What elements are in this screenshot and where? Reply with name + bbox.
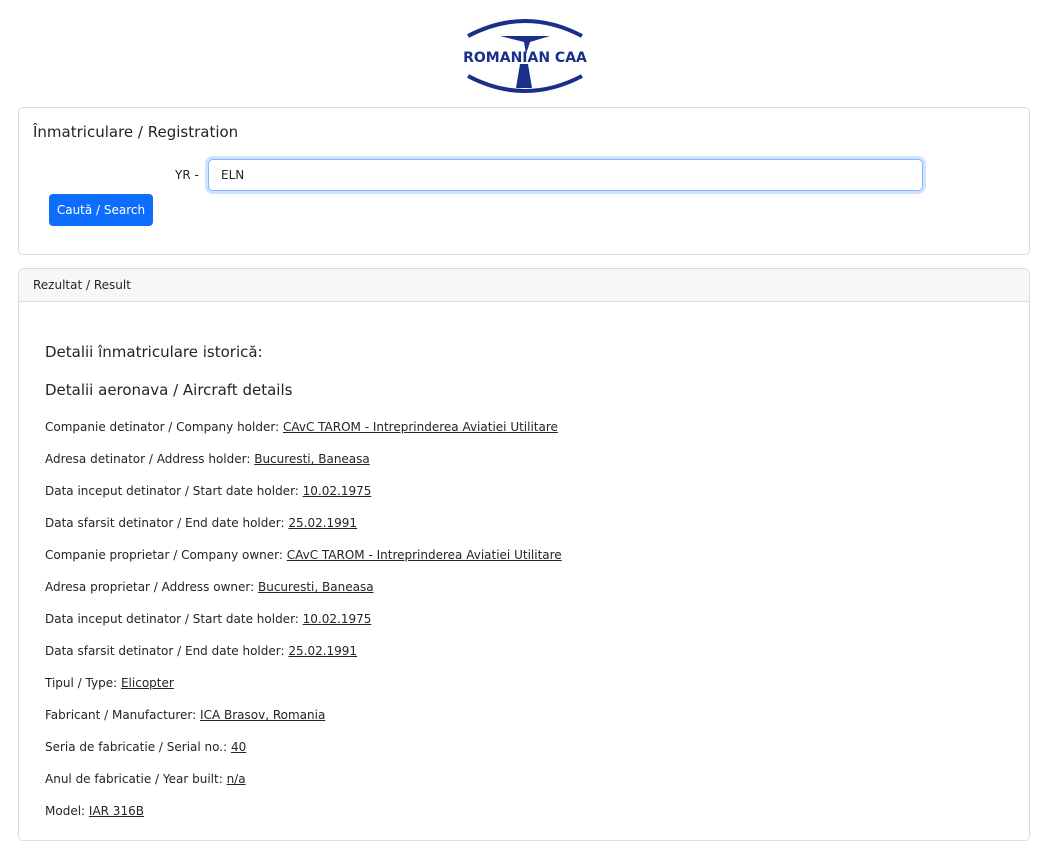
detail-value-link[interactable]: Bucuresti, Baneasa [254,452,370,466]
detail-value-link[interactable]: 10.02.1975 [303,484,372,498]
detail-label: Tipul / Type: [45,676,117,690]
detail-label: Companie detinator / Company holder: [45,420,279,434]
detail-row: Seria de fabricatie / Serial no.: 40 [45,740,246,754]
detail-label: Anul de fabricatie / Year built: [45,772,223,786]
detail-value-link[interactable]: IAR 316B [89,804,144,818]
detail-label: Adresa proprietar / Address owner: [45,580,254,594]
registration-title: Înmatriculare / Registration [33,123,238,141]
detail-label: Data sfarsit detinator / End date holder… [45,516,285,530]
detail-value-link[interactable]: n/a [227,772,246,786]
result-card: Rezultat / Result Detalii înmatriculare … [18,268,1030,841]
detail-row: Data sfarsit detinator / End date holder… [45,516,357,530]
detail-row: Companie proprietar / Company owner: CAv… [45,548,562,562]
detail-value-link[interactable]: 10.02.1975 [303,612,372,626]
detail-row: Fabricant / Manufacturer: ICA Brasov, Ro… [45,708,325,722]
detail-value-link[interactable]: Bucuresti, Baneasa [258,580,374,594]
detail-label: Adresa detinator / Address holder: [45,452,250,466]
search-button[interactable]: Caută / Search [49,194,153,226]
detail-label: Fabricant / Manufacturer: [45,708,196,722]
detail-value-link[interactable]: 25.02.1991 [288,644,357,658]
detail-row: Anul de fabricatie / Year built: n/a [45,772,246,786]
detail-value-link[interactable]: 25.02.1991 [288,516,357,530]
result-header: Rezultat / Result [19,269,1029,302]
registration-input[interactable]: ELN [208,159,923,191]
detail-row: Data sfarsit detinator / End date holder… [45,644,357,658]
registration-prefix: YR - [175,168,199,182]
detail-row: Adresa proprietar / Address owner: Bucur… [45,580,374,594]
detail-value-link[interactable]: CAvC TAROM - Intreprinderea Aviatiei Uti… [287,548,562,562]
detail-value-link[interactable]: Elicopter [121,676,174,690]
detail-label: Data sfarsit detinator / End date holder… [45,644,285,658]
registration-card: Înmatriculare / Registration YR - ELN Ca… [18,107,1030,255]
detail-row: Companie detinator / Company holder: CAv… [45,420,558,434]
detail-row: Adresa detinator / Address holder: Bucur… [45,452,370,466]
romanian-caa-logo: ROMANIAN CAA [450,14,600,98]
detail-value-link[interactable]: 40 [231,740,246,754]
detail-label: Data inceput detinator / Start date hold… [45,484,299,498]
detail-value-link[interactable]: CAvC TAROM - Intreprinderea Aviatiei Uti… [283,420,558,434]
detail-label: Companie proprietar / Company owner: [45,548,283,562]
detail-value-link[interactable]: ICA Brasov, Romania [200,708,325,722]
detail-label: Seria de fabricatie / Serial no.: [45,740,227,754]
history-heading: Detalii înmatriculare istorică: [45,343,263,361]
detail-row: Data inceput detinator / Start date hold… [45,612,371,626]
detail-row: Tipul / Type: Elicopter [45,676,174,690]
detail-label: Model: [45,804,85,818]
detail-row: Data inceput detinator / Start date hold… [45,484,371,498]
aircraft-details-heading: Detalii aeronava / Aircraft details [45,381,292,399]
svg-text:ROMANIAN CAA: ROMANIAN CAA [463,50,587,66]
detail-label: Data inceput detinator / Start date hold… [45,612,299,626]
detail-row: Model: IAR 316B [45,804,144,818]
